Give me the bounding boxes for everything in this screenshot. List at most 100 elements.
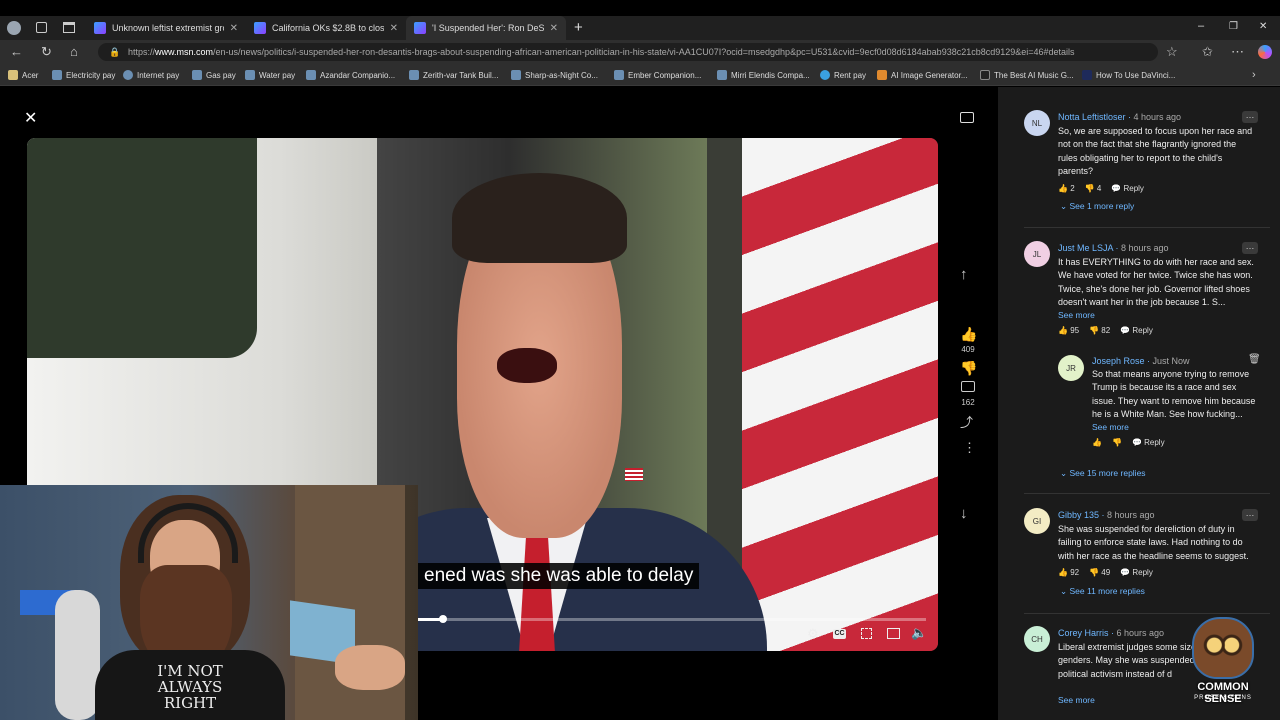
bookmark-item[interactable]: Rent pay xyxy=(820,64,866,86)
bookmark-icon xyxy=(717,70,727,80)
author-name[interactable]: Corey Harris xyxy=(1058,628,1109,638)
dislike-thumb-icon[interactable]: 👎 xyxy=(1112,438,1122,447)
comment-more-icon[interactable]: … xyxy=(1242,509,1258,521)
author-name[interactable]: Just Me LSJA xyxy=(1058,243,1113,253)
scroll-down-arrow-icon[interactable]: ↓ xyxy=(960,505,968,522)
avatar[interactable]: JL xyxy=(1024,241,1050,267)
reply-button[interactable]: 💬 Reply xyxy=(1111,184,1144,193)
comment-author[interactable]: Gibby 135 · 8 hours ago xyxy=(1058,510,1155,520)
bookmark-item[interactable]: Ember Companion... xyxy=(614,64,701,86)
comment-text: It has EVERYTHING to do with her race an… xyxy=(1058,257,1254,308)
reply-button[interactable]: 💬 Reply xyxy=(1132,438,1165,447)
scroll-up-arrow-icon[interactable]: ↑ xyxy=(960,266,968,283)
refresh-icon[interactable]: ↻ xyxy=(41,40,52,64)
see-replies-link[interactable]: ⌄ See 15 more replies xyxy=(1060,468,1146,479)
avatar[interactable]: JR xyxy=(1058,355,1084,381)
workspaces-icon[interactable] xyxy=(36,22,47,33)
comment-author[interactable]: Corey Harris · 6 hours ago xyxy=(1058,628,1164,638)
like-thumb-icon[interactable]: 👍 xyxy=(960,326,977,343)
comment-time: 4 hours ago xyxy=(1133,112,1182,122)
url-field[interactable]: 🔒 https://www.msn.com/en-us/news/politic… xyxy=(98,43,1158,61)
bookmark-item[interactable]: Sharp-as-Night Co... xyxy=(511,64,598,86)
more-options-icon[interactable]: ⋮ xyxy=(963,440,976,456)
dislike-thumb-icon[interactable]: 👎 82 xyxy=(1089,326,1110,335)
see-more-link[interactable]: See more xyxy=(1058,695,1095,705)
avatar[interactable]: GI xyxy=(1024,508,1050,534)
tab-close-icon[interactable]: ✕ xyxy=(390,23,398,34)
reply-button[interactable]: 💬 Reply xyxy=(1120,326,1153,335)
restore-button[interactable]: ❐ xyxy=(1229,21,1238,32)
author-name[interactable]: Notta Leftistloser xyxy=(1058,112,1126,122)
profile-avatar-icon[interactable] xyxy=(7,21,21,35)
author-name[interactable]: Joseph Rose xyxy=(1092,356,1145,366)
home-icon[interactable]: ⌂ xyxy=(70,40,78,64)
more-menu-icon[interactable]: ⋯ xyxy=(1231,40,1244,64)
tab-1[interactable]: Unknown leftist extremist group ... ✕ xyxy=(86,16,246,40)
comment-more-icon[interactable]: … xyxy=(1242,242,1258,254)
like-thumb-icon[interactable]: 👍 92 xyxy=(1058,568,1079,577)
reply-button[interactable]: 💬 Reply xyxy=(1120,568,1153,577)
settings-gear-icon[interactable]: ⚙ xyxy=(807,626,819,642)
minimize-button[interactable]: – xyxy=(1198,20,1204,32)
comment-time: 8 hours ago xyxy=(1107,510,1155,520)
tab-3-active[interactable]: 'I Suspended Her': Ron DeSantis ... ✕ xyxy=(406,16,566,40)
like-thumb-icon[interactable]: 👍 2 xyxy=(1058,184,1075,193)
close-window-button[interactable]: ✕ xyxy=(1259,21,1267,32)
tab-2[interactable]: California OKs $2.8B to close Me... ✕ xyxy=(246,16,406,40)
bookmark-item[interactable]: Zerith-var Tank Buil... xyxy=(409,64,498,86)
bookmark-item[interactable]: Azandar Companio... xyxy=(306,64,395,86)
exit-panel-icon[interactable] xyxy=(960,112,974,123)
back-arrow-icon[interactable]: ← xyxy=(10,40,23,64)
bookmark-item[interactable]: Mirri Elendis Compa... xyxy=(717,64,810,86)
mini-player-icon[interactable] xyxy=(887,628,900,639)
dislike-thumb-icon[interactable]: 👎 xyxy=(960,360,977,377)
shirt-print: I'M NOT ALWAYS RIGHT xyxy=(157,662,223,712)
chevron-right-icon[interactable]: › xyxy=(1252,63,1256,87)
delete-trash-icon[interactable]: 🗑 xyxy=(1248,354,1261,365)
like-thumb-icon[interactable]: 👍 95 xyxy=(1058,326,1079,335)
author-name[interactable]: Gibby 135 xyxy=(1058,510,1099,520)
bookmark-item[interactable]: Internet pay xyxy=(123,64,179,86)
favorites-icon[interactable]: ✩ xyxy=(1202,40,1213,64)
fullscreen-icon[interactable] xyxy=(861,628,872,639)
dislike-thumb-icon[interactable]: 👎 4 xyxy=(1085,184,1102,193)
volume-icon[interactable]: 🔈 xyxy=(911,625,927,641)
see-more-link[interactable]: See more xyxy=(1092,422,1129,432)
comment-bubble-icon[interactable] xyxy=(961,381,975,392)
dislike-thumb-icon[interactable]: 👎 49 xyxy=(1089,568,1110,577)
bookmark-item[interactable]: Water pay xyxy=(245,64,295,86)
flag xyxy=(742,138,938,651)
see-replies-link[interactable]: ⌄ See 1 more reply xyxy=(1060,201,1134,212)
bookmark-item[interactable]: AI Image Generator... xyxy=(877,64,967,86)
copilot-icon[interactable] xyxy=(1258,45,1272,59)
reply-label: Reply xyxy=(1132,568,1153,577)
comment-author[interactable]: Joseph Rose · Just Now xyxy=(1092,356,1190,366)
comment-actions: 👍 2 👎 4 💬 Reply xyxy=(1058,184,1144,193)
tab-actions-icon[interactable] xyxy=(63,22,75,33)
new-tab-button[interactable]: + xyxy=(574,19,583,36)
like-thumb-icon[interactable]: 👍 xyxy=(1092,438,1102,447)
comment-text: So, we are supposed to focus upon her ra… xyxy=(1058,126,1253,177)
share-icon[interactable]: ⤴ xyxy=(960,412,973,431)
bookmark-label: Water pay xyxy=(259,70,296,80)
comment-author[interactable]: Just Me LSJA · 8 hours ago xyxy=(1058,243,1169,253)
msn-favicon-icon xyxy=(94,22,106,34)
progress-track[interactable] xyxy=(418,615,926,623)
bookmark-item[interactable]: How To Use DaVinci... xyxy=(1082,64,1175,86)
favorite-star-icon[interactable]: ☆ xyxy=(1166,40,1178,64)
see-more-link[interactable]: See more xyxy=(1058,310,1095,320)
bookmark-icon xyxy=(980,70,990,80)
bookmark-item[interactable]: Electricity pay xyxy=(52,64,115,86)
comment-author[interactable]: Notta Leftistloser · 4 hours ago xyxy=(1058,112,1181,122)
avatar[interactable]: CH xyxy=(1024,626,1050,652)
tab-close-icon[interactable]: ✕ xyxy=(550,23,558,34)
avatar[interactable]: NL xyxy=(1024,110,1050,136)
comment-more-icon[interactable]: … xyxy=(1242,111,1258,123)
captions-cc-icon[interactable]: CC xyxy=(833,629,846,639)
close-player-button[interactable]: ✕ xyxy=(24,108,37,128)
bookmark-item[interactable]: Acer xyxy=(8,64,38,86)
bookmark-item[interactable]: Gas pay xyxy=(192,64,236,86)
see-replies-link[interactable]: ⌄ See 11 more replies xyxy=(1060,586,1145,597)
tab-close-icon[interactable]: ✕ xyxy=(230,23,238,34)
bookmark-item[interactable]: The Best AI Music G... xyxy=(980,64,1074,86)
